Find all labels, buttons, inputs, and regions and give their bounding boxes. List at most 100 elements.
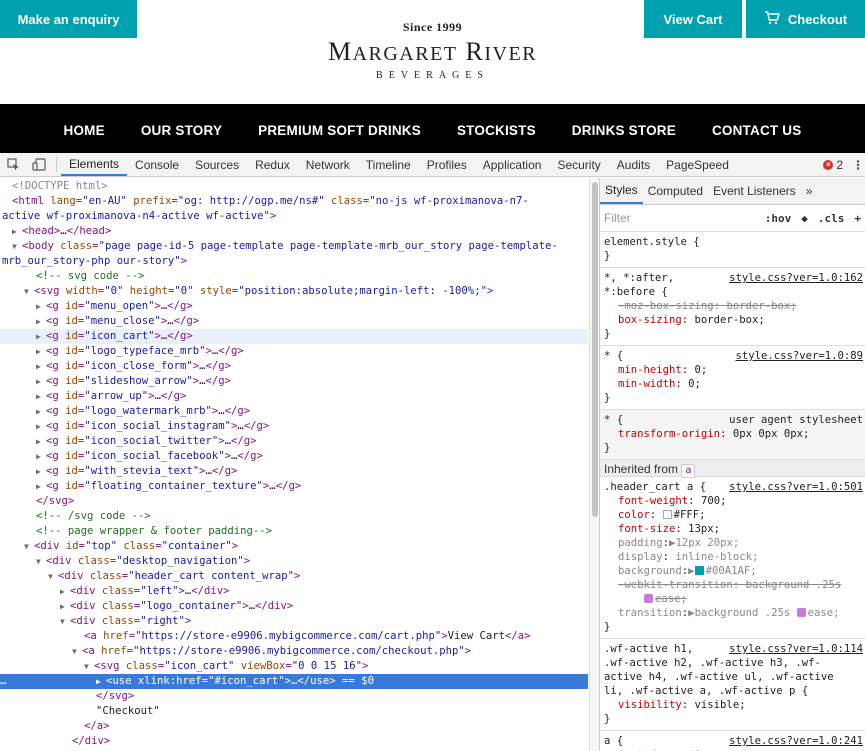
elements-tree[interactable]: <!DOCTYPE html> <html lang="en-AU" prefi…	[0, 178, 599, 751]
tab-audits[interactable]: Audits	[609, 153, 658, 176]
tree-line[interactable]: active wf-proximanova-n4-active wf-activ…	[0, 209, 588, 224]
elements-scrollbar[interactable]	[589, 178, 599, 751]
tree-line[interactable]: ▼ <a href="https://store-e9906.mybigcomme…	[0, 644, 588, 659]
hover-state-toggle[interactable]: :hov	[765, 212, 792, 225]
device-toolbar-icon[interactable]	[26, 153, 52, 176]
source-link[interactable]: style.css?ver=1.0:114	[725, 642, 863, 656]
tab-computed[interactable]: Computed	[643, 178, 708, 204]
filter-input[interactable]: Filter	[604, 211, 631, 225]
tree-line[interactable]: ▼ <svg class="icon_cart" viewBox="0 0 15 …	[0, 659, 588, 674]
more-options-icon[interactable]: ⋮	[851, 153, 865, 177]
tree-line[interactable]: "Checkout"	[0, 704, 588, 719]
style-rule[interactable]: .wf-active h1, style.css?ver=1.0:114 .wf…	[600, 639, 865, 731]
view-cart-button[interactable]: View Cart	[644, 0, 742, 38]
source-link[interactable]: style.css?ver=1.0:162	[725, 271, 863, 285]
tree-line[interactable]: ▶ <div class="left">…</div>	[0, 584, 588, 599]
tree-line[interactable]: ▶ <g id="menu_open">…</g>	[0, 299, 588, 314]
color-swatch[interactable]	[662, 510, 672, 519]
tree-line[interactable]: ▶ <g id="slideshow_arrow">…</g>	[0, 374, 588, 389]
tree-line[interactable]: </div>	[0, 734, 588, 749]
tree-line[interactable]: ▶ <div class="logo_container">…</div>	[0, 599, 588, 614]
tree-line[interactable]: ▶ <g id="icon_social_facebook">…</g>	[0, 449, 588, 464]
styles-filter[interactable]: Filter :hov ◆ .cls +	[600, 205, 865, 232]
tree-line[interactable]: <a href="https://store-e9906.mybigcommer…	[0, 629, 588, 644]
tab-redux[interactable]: Redux	[247, 153, 298, 176]
tree-line[interactable]: ▶ <g id="with_stevia_text">…</g>	[0, 464, 588, 479]
tree-line[interactable]: ▶ <g id="icon_social_instagram">…</g>	[0, 419, 588, 434]
styles-panel: Styles Computed Event Listeners » Filter…	[599, 178, 865, 751]
tree-line[interactable]: ▼ <div class="header_cart content_wrap">	[0, 569, 588, 584]
style-rule[interactable]: .header_cart a { style.css?ver=1.0:501 f…	[600, 477, 865, 639]
style-rule[interactable]: * { user agent stylesheet transform-orig…	[600, 410, 865, 460]
tab-console[interactable]: Console	[127, 153, 187, 176]
nav-stockists[interactable]: STOCKISTS	[457, 123, 536, 138]
color-format-icon[interactable]: ◆	[801, 212, 808, 225]
tree-line[interactable]: ▼ <div class="desktop_navigation">	[0, 554, 588, 569]
tab-sources[interactable]: Sources	[187, 153, 247, 176]
source-link[interactable]: style.css?ver=1.0:241	[725, 734, 863, 748]
tab-styles[interactable]: Styles	[600, 178, 643, 204]
tab-event-listeners[interactable]: Event Listeners	[708, 178, 801, 204]
nav-our-story[interactable]: OUR STORY	[141, 123, 222, 138]
style-rule[interactable]: *, *:after, style.css?ver=1.0:162 *:befo…	[600, 268, 865, 346]
tab-timeline[interactable]: Timeline	[358, 153, 419, 176]
site-logo[interactable]: Since 1999 MARGARET RIVER BEVERAGES	[300, 20, 565, 81]
tree-line[interactable]: </a>	[0, 719, 588, 734]
style-rule[interactable]: element.style {}	[600, 232, 865, 268]
tab-security[interactable]: Security	[549, 153, 608, 176]
tree-line[interactable]: mrb_our_story-php our-story">	[0, 254, 588, 269]
tree-line[interactable]: </svg>	[0, 494, 588, 509]
tree-line[interactable]: ▶ <g id="icon_close_form">…</g>	[0, 359, 588, 374]
easing-swatch[interactable]	[644, 594, 653, 603]
tab-elements[interactable]: Elements	[61, 153, 128, 176]
tree-line[interactable]: ▼ <div class="right">	[0, 614, 588, 629]
tab-network[interactable]: Network	[298, 153, 358, 176]
tree-line[interactable]: ▶ <g id="floating_container_texture">…</g…	[0, 479, 588, 494]
tree-line[interactable]: ▶ <g id="logo_typeface_mrb">…</g>	[0, 344, 588, 359]
tree-line[interactable]: ▼ <svg width="0" height="0" style="positi…	[0, 284, 588, 299]
color-swatch[interactable]	[694, 566, 704, 575]
tree-line[interactable]: <!-- page wrapper & footer padding-->	[0, 524, 588, 539]
new-rule-button[interactable]: +	[854, 212, 861, 225]
tree-line[interactable]: ▼ <div id="top" class="container">	[0, 539, 588, 554]
error-counter[interactable]: × 2	[823, 153, 843, 177]
logo-name: MARGARET RIVER	[327, 37, 538, 66]
tree-line[interactable]: ▶ <g id="menu_close">…</g>	[0, 314, 588, 329]
more-tabs-icon[interactable]: »	[801, 178, 818, 204]
tab-pagespeed[interactable]: PageSpeed	[658, 153, 737, 176]
nav-drinks-store[interactable]: DRINKS STORE	[572, 123, 676, 138]
source-link[interactable]: style.css?ver=1.0:501	[725, 480, 863, 494]
inherited-element-tag[interactable]: a	[681, 464, 696, 478]
style-rule[interactable]: * { style.css?ver=1.0:89 min-height: 0; …	[600, 346, 865, 410]
easing-swatch[interactable]	[796, 608, 806, 617]
main-navigation: HOME OUR STORY PREMIUM SOFT DRINKS STOCK…	[0, 104, 865, 153]
devtools-panel: Elements Console Sources Redux Network T…	[0, 153, 865, 751]
inspect-element-icon[interactable]	[0, 153, 26, 176]
error-icon: ×	[823, 160, 834, 170]
enquiry-button[interactable]: Make an enquiry	[0, 0, 137, 38]
tree-line[interactable]: ▶ <g id="logo_watermark_mrb">…</g>	[0, 404, 588, 419]
source-label: user agent stylesheet	[725, 413, 863, 427]
tree-line[interactable]: ▶ <head>…</head>	[0, 224, 588, 239]
checkout-button[interactable]: Checkout	[746, 0, 865, 38]
tab-profiles[interactable]: Profiles	[419, 153, 475, 176]
tree-line[interactable]: <!DOCTYPE html>	[0, 179, 588, 194]
tree-line-selected[interactable]: … ▶ <use xlink:href="#icon_cart">…</use> =…	[0, 674, 588, 689]
tree-line[interactable]: ▶ <g id="icon_social_twitter">…</g>	[0, 434, 588, 449]
class-toggle[interactable]: .cls	[818, 212, 845, 225]
source-link[interactable]: style.css?ver=1.0:89	[731, 349, 863, 363]
tree-line[interactable]: <html lang="en-AU" prefix="og: http://og…	[0, 194, 588, 209]
nav-contact-us[interactable]: CONTACT US	[712, 123, 802, 138]
tree-line[interactable]: </svg>	[0, 689, 588, 704]
tree-line[interactable]: ▼ <body class="page page-id-5 page-templa…	[0, 239, 588, 254]
tab-application[interactable]: Application	[475, 153, 550, 176]
tree-line[interactable]: <!-- /svg code -->	[0, 509, 588, 524]
tree-line[interactable]: ▶ <g id="arrow_up">…</g>	[0, 389, 588, 404]
nav-premium-soft-drinks[interactable]: PREMIUM SOFT DRINKS	[258, 123, 421, 138]
tree-line[interactable]: ▶ <g id="icon_cart">…</g>	[0, 329, 588, 344]
scrollbar-thumb[interactable]	[592, 182, 598, 517]
logo-since: Since 1999	[402, 20, 463, 34]
style-rule[interactable]: a { style.css?ver=1.0:241 text-decoratio…	[600, 731, 865, 751]
nav-home[interactable]: HOME	[64, 123, 105, 138]
tree-line[interactable]: <!-- svg code -->	[0, 269, 588, 284]
